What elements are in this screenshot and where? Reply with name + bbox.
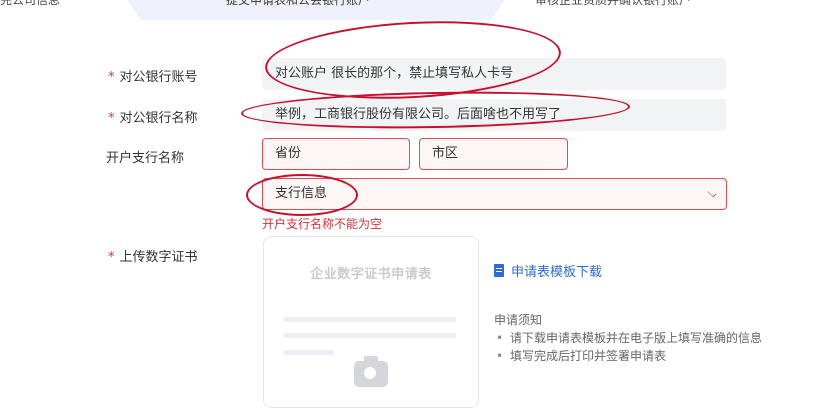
placeholder-line xyxy=(284,333,456,338)
certificate-label: * 上传数字证书 xyxy=(108,250,198,265)
step-review-qualification: 审核企业资质并确认银行账户 xyxy=(535,0,692,7)
notes-list: 请下载申请表模板并在电子版上填写准确的信息 填写完成后打印并签署申请表 xyxy=(494,329,794,365)
certificate-card-title: 企业数字证书申请表 xyxy=(310,267,432,282)
step-submit-application: 提交申请表和公会银行账户 xyxy=(226,0,371,7)
chevron-down-icon xyxy=(707,188,717,198)
step-company-info: 完公司信息 xyxy=(0,0,61,7)
required-star: * xyxy=(108,70,115,85)
branch-info-select[interactable]: 支行信息 xyxy=(262,178,727,210)
bank-name-input[interactable]: 举例，工商银行股份有限公司。后面啥也不用写了 xyxy=(262,99,726,131)
camera-icon xyxy=(354,356,388,387)
required-star: * xyxy=(108,250,115,265)
required-star: * xyxy=(108,111,115,126)
list-item: 填写完成后打印并签署申请表 xyxy=(494,347,794,365)
list-item: 请下载申请表模板并在电子版上填写准确的信息 xyxy=(494,329,794,347)
branch-name-label: 开户支行名称 xyxy=(106,151,185,166)
placeholder-line xyxy=(284,350,334,355)
account-number-label: * 对公银行账号 xyxy=(108,70,198,85)
template-download-link[interactable]: 申请表模板下载 xyxy=(494,261,602,280)
branch-error-message: 开户支行名称不能为空 xyxy=(262,217,383,231)
document-icon xyxy=(494,264,504,277)
notes-title: 申请须知 xyxy=(494,313,543,327)
account-number-input[interactable]: 对公账户 很长的那个，禁止填写私人卡号 xyxy=(262,58,726,90)
placeholder-line xyxy=(284,317,456,322)
bank-name-label: * 对公银行名称 xyxy=(108,111,198,126)
province-select[interactable]: 省份 xyxy=(262,138,410,170)
city-select[interactable]: 市区 xyxy=(419,138,568,170)
step-bar: 完公司信息 提交申请表和公会银行账户 审核企业资质并确认银行账户 xyxy=(0,0,832,20)
certificate-upload-card[interactable]: 企业数字证书申请表 xyxy=(263,236,479,408)
download-link-label: 申请表模板下载 xyxy=(511,265,603,280)
